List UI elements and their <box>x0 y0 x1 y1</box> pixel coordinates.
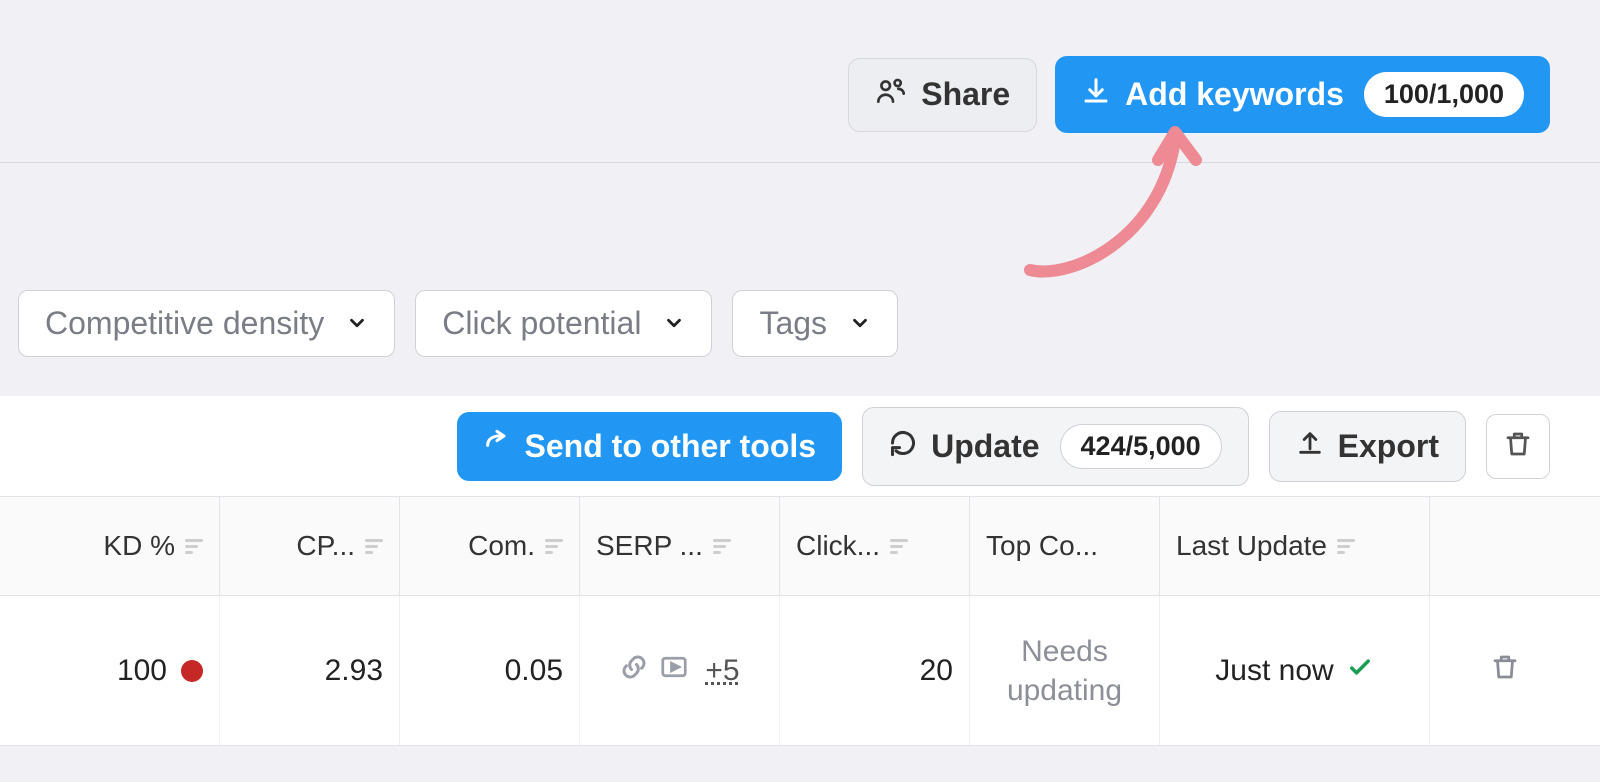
column-last-update[interactable]: Last Update <box>1160 497 1430 595</box>
column-label: Top Co... <box>986 530 1098 562</box>
column-label: SERP ... <box>596 530 703 562</box>
add-keywords-label: Add keywords <box>1125 76 1344 113</box>
filter-click-potential[interactable]: Click potential <box>415 290 712 357</box>
add-keywords-button[interactable]: Add keywords 100/1,000 <box>1055 56 1550 133</box>
column-actions <box>1430 497 1580 595</box>
refresh-icon <box>889 428 917 465</box>
filter-label: Click potential <box>442 305 641 342</box>
share-button[interactable]: Share <box>848 58 1037 132</box>
sort-icon <box>713 539 731 554</box>
column-kd[interactable]: KD % <box>0 497 220 595</box>
cell-com: 0.05 <box>400 596 580 745</box>
send-label: Send to other tools <box>525 428 817 465</box>
table-header: KD % CP... Com. SERP ... Click... Top Co… <box>0 496 1600 596</box>
column-com[interactable]: Com. <box>400 497 580 595</box>
sort-icon <box>365 539 383 554</box>
sort-icon <box>545 539 563 554</box>
people-share-icon <box>875 75 907 115</box>
check-icon <box>1346 653 1374 689</box>
upload-icon <box>1296 428 1324 465</box>
export-button[interactable]: Export <box>1269 411 1466 482</box>
kd-value: 100 <box>117 654 167 688</box>
column-click[interactable]: Click... <box>780 497 970 595</box>
arrow-forward-icon <box>483 428 511 465</box>
update-label: Update <box>931 428 1039 465</box>
com-value: 0.05 <box>505 654 563 688</box>
toolbar: Send to other tools Update 424/5,000 Exp… <box>0 396 1600 496</box>
row-delete-button[interactable] <box>1490 652 1520 690</box>
trash-icon <box>1503 429 1533 464</box>
serp-more-count[interactable]: +5 <box>705 654 739 688</box>
filter-bar: Competitive density Click potential Tags <box>18 290 898 357</box>
column-label: Com. <box>468 530 535 562</box>
callout-arrow <box>1010 120 1250 300</box>
filter-label: Tags <box>759 305 827 342</box>
column-label: Last Update <box>1176 530 1327 562</box>
cell-kd: 100 <box>0 596 220 745</box>
chevron-down-icon <box>346 305 368 342</box>
cell-actions <box>1430 596 1580 745</box>
filter-competitive-density[interactable]: Competitive density <box>18 290 395 357</box>
export-label: Export <box>1338 428 1439 465</box>
sort-icon <box>890 539 908 554</box>
column-label: KD % <box>103 530 175 562</box>
delete-button[interactable] <box>1486 414 1550 479</box>
column-top-competitor[interactable]: Top Co... <box>970 497 1160 595</box>
difficulty-dot-icon <box>181 660 203 682</box>
filter-label: Competitive density <box>45 305 324 342</box>
video-icon <box>659 652 689 690</box>
column-label: Click... <box>796 530 880 562</box>
cell-serp: +5 <box>580 596 780 745</box>
last-update-value: Just now <box>1215 654 1333 688</box>
filter-tags[interactable]: Tags <box>732 290 898 357</box>
top-value: Needs updating <box>986 632 1143 710</box>
table-row: 100 2.93 0.05 +5 20 Needs updating <box>0 596 1600 746</box>
send-to-tools-button[interactable]: Send to other tools <box>457 412 843 481</box>
column-cp[interactable]: CP... <box>220 497 400 595</box>
column-serp[interactable]: SERP ... <box>580 497 780 595</box>
download-arrow-icon <box>1081 76 1111 114</box>
link-icon <box>619 652 649 690</box>
header-divider <box>0 162 1600 163</box>
update-count-badge: 424/5,000 <box>1060 424 1222 469</box>
sort-icon <box>1337 539 1355 554</box>
cell-top-competitor: Needs updating <box>970 596 1160 745</box>
update-button[interactable]: Update 424/5,000 <box>862 407 1249 486</box>
cell-cp: 2.93 <box>220 596 400 745</box>
click-value: 20 <box>920 654 953 688</box>
cell-click: 20 <box>780 596 970 745</box>
keywords-count-badge: 100/1,000 <box>1364 72 1524 117</box>
cell-last-update: Just now <box>1160 596 1430 745</box>
column-label: CP... <box>296 530 355 562</box>
sort-icon <box>185 539 203 554</box>
share-button-label: Share <box>921 76 1010 113</box>
chevron-down-icon <box>663 305 685 342</box>
cp-value: 2.93 <box>325 654 383 688</box>
chevron-down-icon <box>849 305 871 342</box>
